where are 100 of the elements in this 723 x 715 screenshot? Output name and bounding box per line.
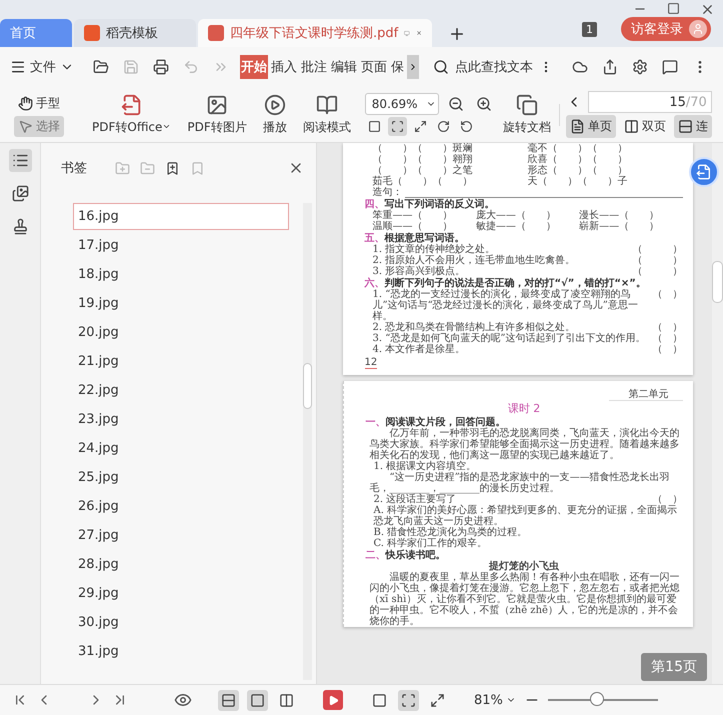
menu-icon: [10, 59, 26, 75]
slider-thumb[interactable]: [590, 692, 604, 706]
toolbar-button[interactable]: PDF转图片: [179, 94, 255, 136]
prompt-text: 造句：: [372, 187, 402, 198]
window-count-badge[interactable]: 1: [582, 22, 597, 37]
answer-brackets: （ ）: [652, 322, 682, 333]
fill-in-blank-text: 笨重——（ ）: [372, 210, 454, 221]
fit-icon[interactable]: [398, 690, 419, 710]
question-text: 1. “恐龙的一支经过漫长的演化，最终变成了凌空翱翔的鸟儿”这句话与“恐龙经过漫长的演化，最终变成了鸟儿”意思一样。: [372, 289, 639, 322]
eye-icon[interactable]: [174, 691, 192, 709]
view-mode-button[interactable]: 连: [674, 115, 712, 138]
page-number-field[interactable]: 15/70: [588, 91, 712, 113]
bookmark-item[interactable]: 19.jpg: [73, 290, 289, 317]
fill-in-blank-text: 形态（ ）（ ）: [528, 165, 628, 176]
bookmark-item[interactable]: 24.jpg: [73, 435, 289, 462]
list-icon[interactable]: [8, 149, 32, 172]
toolbar-button[interactable]: 阅读模式: [294, 94, 359, 136]
bookmark-item[interactable]: 26.jpg: [73, 493, 289, 520]
question-text: 3. “恐龙是如何飞向蓝天的呢”这句话起到了引出下文的作用。: [372, 333, 646, 344]
page-number: 12: [364, 357, 378, 369]
bookmark-item[interactable]: 20.jpg: [73, 319, 289, 346]
view-mode-button[interactable]: 双页: [620, 115, 670, 138]
new-tab-button[interactable]: [448, 25, 466, 43]
section-heading: 六、判断下列句子的说法是否正确，对的打“√”，错的打“×”。: [364, 278, 647, 289]
answer-brackets: （ ）: [652, 289, 682, 302]
maximize-icon[interactable]: [667, 2, 680, 15]
book-icon: [316, 94, 338, 116]
bookmark-item[interactable]: 18.jpg: [73, 261, 289, 288]
bookmark-item[interactable]: 22.jpg: [73, 377, 289, 404]
answer-brackets: （ ）: [632, 255, 682, 266]
fill-in-blank-text: （ ）（ ）之笔: [372, 165, 474, 176]
close-icon[interactable]: [700, 2, 715, 17]
fill-in-blank-text: 漫长——（ ）: [579, 210, 660, 221]
question-text: B. 猎食性恐龙演化为鸟类的过程。: [374, 527, 528, 538]
page-layout-icon: [570, 119, 585, 134]
lesson-title: 课时 2: [506, 403, 542, 414]
bookmark-item[interactable]: 31.jpg: [73, 638, 289, 665]
play-icon: [264, 94, 286, 116]
tab[interactable]: 四年级下语文课时学练测.pdf: [198, 19, 432, 47]
fill-in-blank-text: 崭新——（ ）: [579, 221, 660, 232]
toolbar-button[interactable]: PDF转Office: [84, 94, 180, 136]
file-convert-icon: [120, 94, 143, 116]
ribbon-tab[interactable]: 开始: [240, 55, 268, 79]
pointer-icon: [18, 118, 33, 134]
fill-in-blank-text: 庞大——（ ）: [476, 210, 557, 221]
ribbon-tab[interactable]: 页面: [360, 55, 388, 79]
image-icon: [206, 94, 228, 116]
toolbar-button[interactable]: 播放: [254, 94, 295, 136]
file-menu[interactable]: 文件: [10, 58, 74, 76]
bookmark-item[interactable]: 25.jpg: [73, 464, 289, 491]
section-heading: 一、阅读课文片段，回答问题。: [366, 417, 506, 428]
section-heading: 四、写出下列词语的反义词。: [364, 199, 494, 210]
scrollbar-thumb[interactable]: [303, 363, 312, 409]
app-icon: [84, 25, 100, 41]
scrollbar-thumb[interactable]: [712, 261, 723, 303]
play-button[interactable]: [323, 690, 343, 710]
bookmark-item[interactable]: 23.jpg: [73, 406, 289, 433]
fill-in-blank-text: （ ）（ ）翱翔: [372, 154, 474, 165]
question-text: 1. 指文章的传神绝妙之处。: [372, 244, 496, 255]
fill-in-blank-text: 温顺——（ ）: [372, 221, 454, 232]
ribbon-tab[interactable]: 插入: [270, 55, 298, 79]
layout-icon[interactable]: [218, 690, 239, 710]
question-text: 2. 指原始人不会用火，连毛带血地生吃禽兽。: [372, 255, 576, 266]
paragraph: 温暖的夏夜里，草丛里多么热闹！有各种小虫在唱歌，还有一闪一闪的小飞虫，像提着灯笼在漫游。它忽上忽下，忽左忽右，或者把光熄（xī shì）灭，让你看不到它。它就是萤火虫。它是你想抓到的最可爱的一种甲虫。它不咬人，不蜇（zhē zhē）人，它的光是凉的，并不会烧你的手。: [368, 572, 680, 627]
answer-brackets: （ ）: [652, 333, 682, 344]
paragraph: 亿万年前，一种带羽毛的恐龙脱离同类，飞向蓝天，演化出今天的鸟类大家族。科学家们希望能够全面揭示这一历史进程。随着越来越多相关化石的发现，他们离这一愿望的实现已越来越近了。: [368, 428, 680, 461]
add-bookmark-icon[interactable]: [165, 160, 180, 176]
search-field[interactable]: 点此查找文本: [433, 58, 553, 76]
zoom-select[interactable]: 80.69%: [364, 93, 439, 115]
page-tooltip: 第15页: [641, 653, 707, 681]
question-text: A. 科学家们的美好心愿：希望找到更多的、更充分的证据，全面揭示恐龙飞向蓝天这一历史进程。: [374, 505, 678, 527]
question-text: 1. 根据课文内容填空。: [374, 461, 478, 472]
user-icon: [689, 20, 707, 38]
fill-in-blank-text: 天（ ）（ ）子: [528, 176, 628, 187]
bookmark-item[interactable]: 28.jpg: [73, 551, 289, 578]
paragraph: “这一历史进程”指的是恐龙家族中的一支——猎食性恐龙长出羽毛，________，________的漫长历史过程。: [368, 472, 671, 494]
ribbon-tab[interactable]: 保: [390, 55, 405, 79]
view-mode-button[interactable]: 单页: [566, 115, 616, 138]
bookmark-item[interactable]: 30.jpg: [73, 609, 289, 636]
section-heading: 五、根据意思写词语。: [364, 233, 464, 244]
ribbon-tab[interactable]: 编辑: [330, 55, 358, 79]
bookmark-item[interactable]: 17.jpg: [73, 232, 289, 259]
tool-button[interactable]: 手型: [14, 92, 64, 114]
toolbar-button[interactable]: 旋转文档: [494, 94, 559, 136]
search-icon: [433, 59, 449, 75]
zoom-dropdown[interactable]: 81%: [474, 692, 516, 708]
fit-icon[interactable]: [388, 117, 407, 136]
ribbon-tab[interactable]: 批注: [300, 55, 328, 79]
pages-icon: [516, 94, 538, 116]
bookmark-item[interactable]: 27.jpg: [73, 522, 289, 549]
fill-in-blank-text: 茹毛（ ）（ ）: [372, 176, 474, 187]
layout-icon[interactable]: [247, 690, 268, 710]
bookmark-item[interactable]: 21.jpg: [73, 348, 289, 375]
bookmark-item[interactable]: 29.jpg: [73, 580, 289, 607]
fill-in-blank-text: （ ）（ ）斑斓: [372, 143, 474, 154]
bookmark-item[interactable]: 16.jpg: [73, 203, 289, 230]
story-title: 提灯笼的小飞虫: [488, 561, 560, 572]
app-icon: [208, 25, 224, 41]
tab[interactable]: 稻壳模板: [74, 19, 196, 47]
login-button[interactable]: 访客登录: [621, 17, 711, 41]
